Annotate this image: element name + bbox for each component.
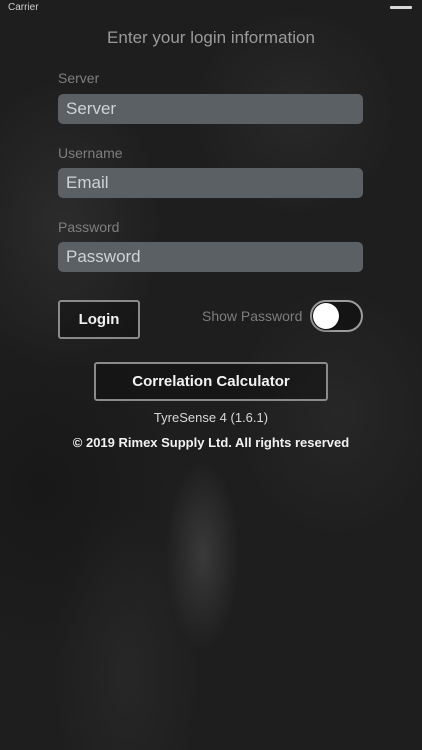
show-password-toggle[interactable]: [310, 300, 363, 332]
password-label: Password: [58, 219, 120, 235]
password-input[interactable]: [58, 242, 363, 272]
toggle-knob: [313, 303, 339, 329]
battery-icon: [390, 6, 412, 9]
server-label: Server: [58, 70, 100, 86]
show-password-label: Show Password: [202, 308, 303, 324]
app-version: TyreSense 4 (1.6.1): [153, 410, 269, 425]
server-input[interactable]: [58, 94, 363, 124]
email-input[interactable]: [58, 168, 363, 198]
status-bar: Carrier: [0, 0, 422, 20]
page-title: Enter your login information: [107, 28, 315, 47]
copyright-text: © 2019 Rimex Supply Ltd. All rights rese…: [72, 435, 350, 450]
carrier-label: Carrier: [8, 2, 39, 13]
username-label: Username: [58, 145, 123, 161]
login-button[interactable]: Login: [58, 300, 140, 339]
correlation-calculator-label: Correlation Calculator: [132, 373, 290, 390]
correlation-calculator-button[interactable]: Correlation Calculator: [94, 362, 328, 401]
login-button-label: Login: [78, 311, 120, 328]
